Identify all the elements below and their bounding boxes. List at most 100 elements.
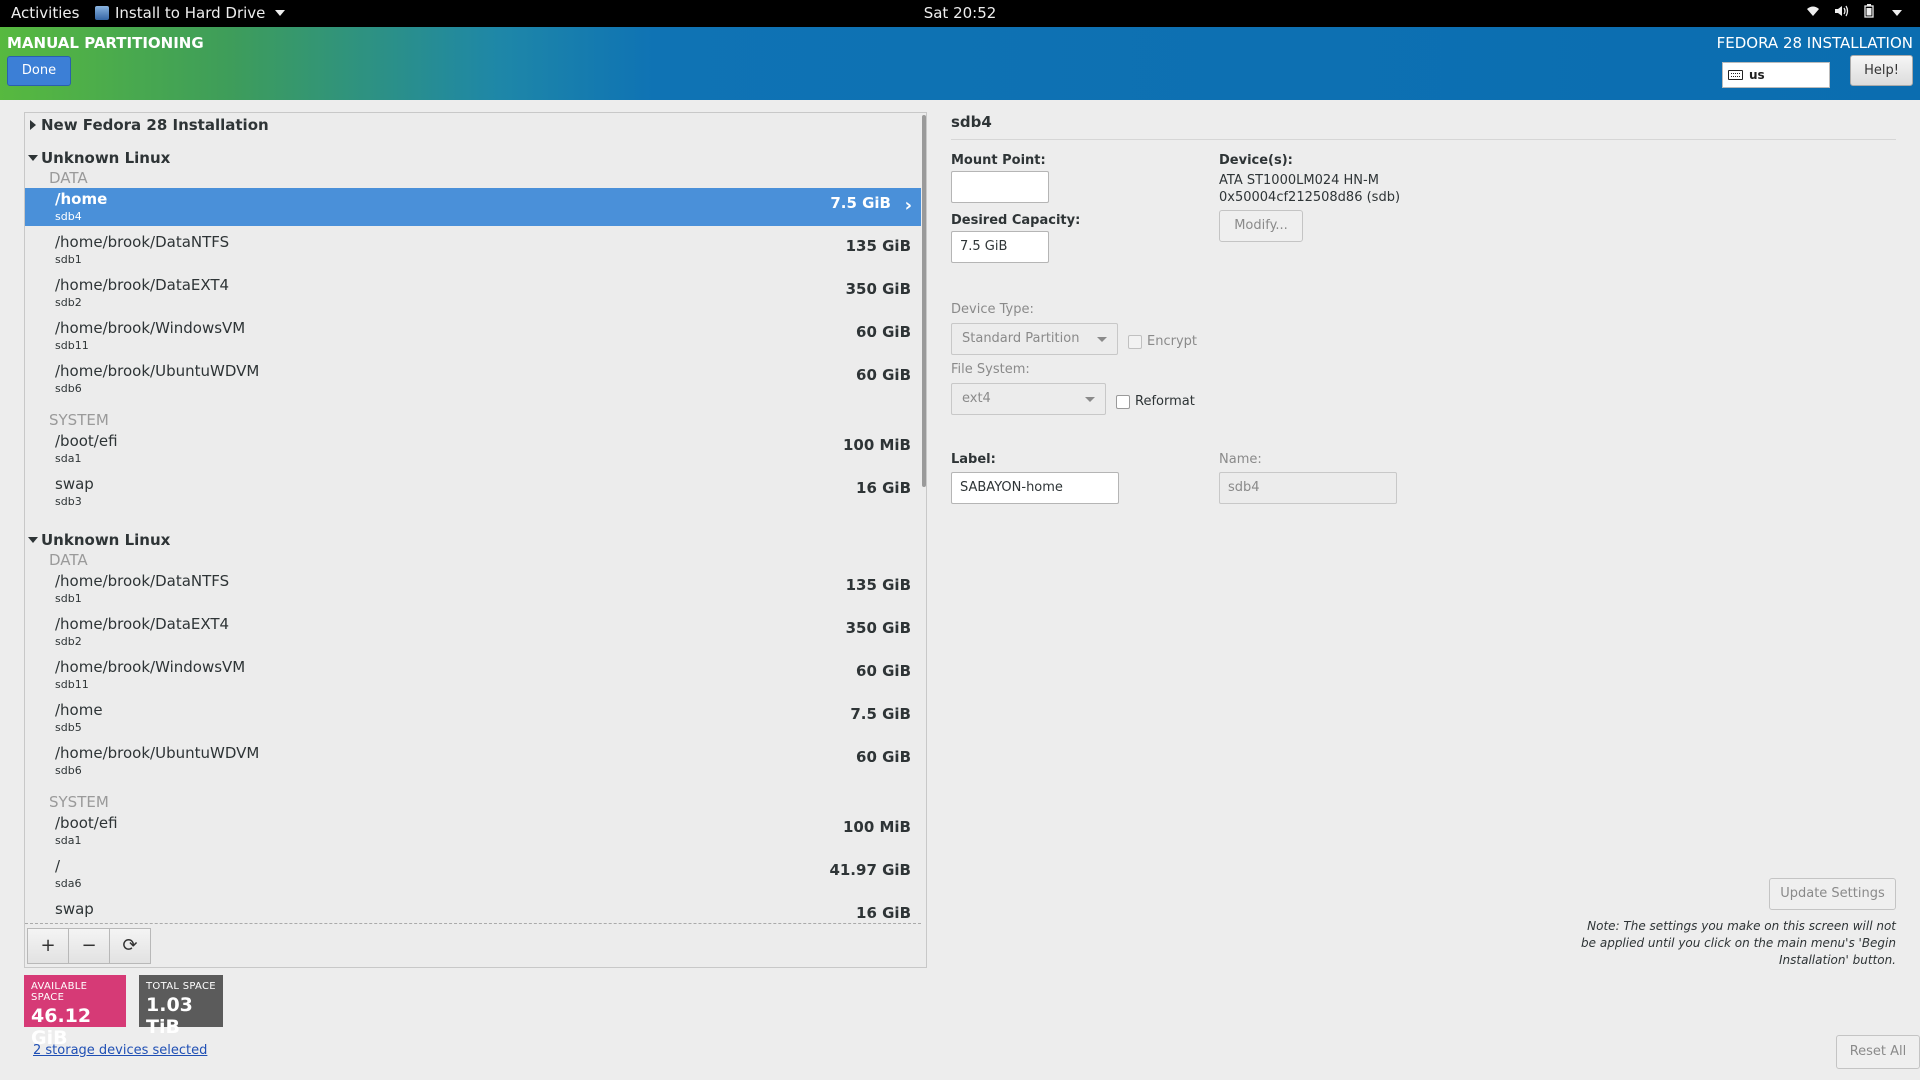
mount-point: /home [55,701,103,719]
system-menu-caret-icon [1892,10,1902,16]
device-name: sda6 [55,877,82,890]
mount-point: /boot/efi [55,432,118,450]
device-id: 0x50004cf212508d86 (sdb) [1219,190,1401,205]
partition-size: 350 GiB [845,280,911,298]
partition-size: 100 MiB [842,436,911,454]
file-system-value: ext4 [962,391,991,406]
device-type-value: Standard Partition [962,331,1080,346]
group-new-installation[interactable]: New Fedora 28 Installation [25,115,269,137]
clock[interactable]: Sat 20:52 [924,4,997,22]
mount-point: /home/brook/DataNTFS [55,572,230,590]
partition-row[interactable]: /boot/efi sda1 100 MiB [25,812,921,850]
mount-point: /home/brook/WindowsVM [55,319,246,337]
list-bottom-divider [25,923,921,924]
chevron-down-icon [275,10,286,16]
desired-capacity-input[interactable]: 7.5 GiB [951,231,1049,263]
partition-row[interactable]: swap sdb3 16 GiB [25,473,921,511]
device-name: sdb1 [55,253,82,266]
chevron-right-icon: › [904,195,912,216]
partition-row[interactable]: /home/brook/UbuntuWDVM sdb6 60 GiB [25,742,921,780]
partition-row[interactable]: swap 16 GiB [25,898,921,926]
device-type-label: Device Type: [951,302,1034,317]
reset-all-button[interactable]: Reset All [1836,1035,1920,1069]
chevron-down-icon [1097,337,1107,342]
header-bar: MANUAL PARTITIONING Done FEDORA 28 INSTA… [0,27,1920,100]
device-name: sdb2 [55,296,82,309]
system-status-area[interactable] [1806,4,1902,22]
partition-row[interactable]: /home/brook/DataEXT4 sdb2 350 GiB [25,274,921,312]
partition-size: 41.97 GiB [829,861,911,879]
device-name: sdb6 [55,764,82,777]
partition-size: 350 GiB [845,619,911,637]
device-name: sdb6 [55,382,82,395]
mount-point-input[interactable] [951,171,1049,203]
section-label: DATA [49,169,88,187]
keyboard-icon [1728,70,1743,80]
name-input[interactable]: sdb4 [1219,472,1397,504]
device-info: ATA ST1000LM024 HN-M 0x50004cf212508d86 … [1219,172,1400,206]
selected-partition-title: sdb4 [951,113,992,131]
mount-point: swap [55,475,94,493]
storage-devices-link[interactable]: 2 storage devices selected [33,1043,207,1058]
device-name: sda1 [55,452,82,465]
modify-button[interactable]: Modify... [1219,210,1303,242]
add-partition-button[interactable]: + [27,928,69,964]
device-type-select[interactable]: Standard Partition [951,323,1118,355]
partition-row[interactable]: /home/brook/WindowsVM sdb11 60 GiB [25,656,921,694]
mount-point: /home/brook/UbuntuWDVM [55,744,260,762]
partition-row[interactable]: /home/brook/WindowsVM sdb11 60 GiB [25,317,921,355]
partition-size: 135 GiB [845,576,911,594]
remove-partition-button[interactable]: − [68,928,110,964]
partition-row-selected[interactable]: /home sdb4 7.5 GiB › [25,188,921,226]
chevron-down-icon [1085,397,1095,402]
mount-point-label: Mount Point: [951,153,1046,168]
mount-point: /home/brook/UbuntuWDVM [55,362,260,380]
mount-point: /boot/efi [55,814,118,832]
partition-row[interactable]: / sda6 41.97 GiB [25,855,921,893]
device-model: ATA ST1000LM024 HN-M [1219,173,1379,188]
partition-row[interactable]: /home/brook/DataNTFS sdb1 135 GiB [25,231,921,269]
partition-size: 60 GiB [856,366,911,384]
reformat-checkbox[interactable]: Reformat [1116,394,1195,409]
keyboard-layout-indicator[interactable]: us [1722,62,1830,88]
mount-point: /home/brook/DataEXT4 [55,615,230,633]
group-label: Unknown Linux [41,149,171,167]
encrypt-label: Encrypt [1147,334,1197,349]
update-settings-button[interactable]: Update Settings [1769,878,1896,910]
activities-button[interactable]: Activities [11,4,79,22]
done-button[interactable]: Done [7,56,71,86]
device-name: sdb3 [55,495,82,508]
partition-row[interactable]: /home/brook/UbuntuWDVM sdb6 60 GiB [25,360,921,398]
group-unknown-linux-1[interactable]: Unknown Linux [25,148,170,170]
refresh-button[interactable]: ⟳ [109,928,151,964]
mount-point: /home/brook/DataNTFS [55,233,230,251]
file-system-select[interactable]: ext4 [951,383,1106,415]
device-name: sdb11 [55,339,89,352]
reformat-label: Reformat [1135,394,1195,409]
group-unknown-linux-2[interactable]: Unknown Linux [25,530,170,552]
partition-size: 7.5 GiB [830,194,891,212]
desired-capacity-label: Desired Capacity: [951,213,1081,228]
total-space-value: 1.03 TiB [146,994,193,1038]
partition-row[interactable]: /home sdb5 7.5 GiB [25,699,921,737]
available-space-label: AVAILABLE SPACE [31,981,88,1003]
partition-row[interactable]: /boot/efi sda1 100 MiB [25,430,921,468]
device-name: sdb5 [55,721,82,734]
section-label: DATA [49,551,88,569]
app-menu[interactable]: Install to Hard Drive [95,4,286,22]
partition-row[interactable]: /home/brook/DataNTFS sdb1 135 GiB [25,570,921,608]
partition-size: 60 GiB [856,662,911,680]
encrypt-checkbox[interactable]: Encrypt [1128,334,1197,349]
checkbox-icon [1116,394,1130,409]
wifi-icon [1806,5,1820,21]
expander-expanded-icon [28,537,38,543]
volume-icon [1834,5,1850,21]
partition-row[interactable]: /home/brook/DataEXT4 sdb2 350 GiB [25,613,921,651]
partition-size: 100 MiB [842,818,911,836]
app-menu-label: Install to Hard Drive [115,4,266,22]
help-button[interactable]: Help! [1850,55,1913,86]
partition-tree[interactable]: New Fedora 28 Installation Unknown Linux… [25,113,925,926]
label-input[interactable]: SABAYON-home [951,472,1119,504]
partition-panel: New Fedora 28 Installation Unknown Linux… [24,112,927,968]
tree-scrollbar[interactable] [922,115,926,487]
